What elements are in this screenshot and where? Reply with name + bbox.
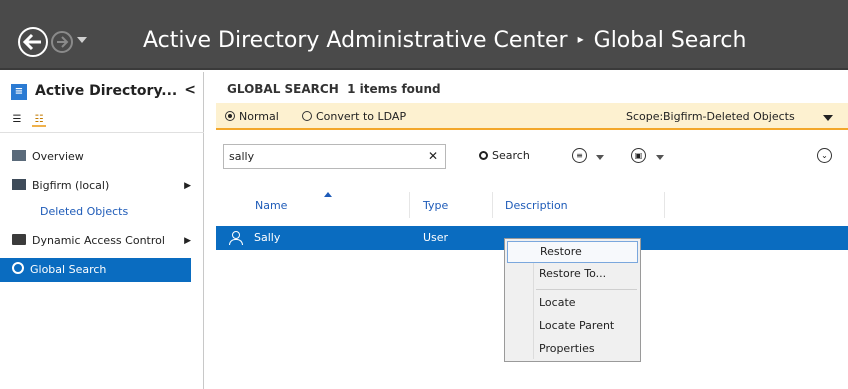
scope-value[interactable]: Bigfirm-Deleted Objects: [663, 110, 795, 123]
directory-icon: ≡: [11, 84, 27, 100]
search-button-label: Search: [492, 149, 530, 162]
expand-criteria-icon[interactable]: ⌄: [817, 148, 832, 163]
back-arrow-icon[interactable]: [18, 27, 48, 57]
search-mode-bar: Normal Convert to LDAP Scope: Bigfirm-De…: [216, 103, 848, 130]
column-divider: [409, 192, 410, 218]
table-header: Name Type Description: [216, 192, 848, 218]
save-query-dropdown-icon[interactable]: [656, 155, 664, 160]
history-dropdown-icon[interactable]: [77, 37, 87, 43]
window-title: Active Directory Administrative Center ▸ G…: [143, 28, 746, 53]
scope-label: Scope:: [626, 110, 664, 123]
menu-separator: [536, 289, 637, 290]
column-divider: [492, 192, 493, 218]
nav-header: ≡ Active Directory... <: [8, 82, 204, 108]
menu-item-restore[interactable]: Restore: [507, 241, 638, 263]
nav-item-deleted-objects[interactable]: Deleted Objects: [0, 200, 191, 224]
search-button[interactable]: Search: [479, 149, 530, 162]
menu-item-properties[interactable]: Properties: [507, 339, 638, 361]
nav-item-label: Deleted Objects: [40, 205, 129, 218]
cell-name: Sally: [254, 231, 281, 244]
title-bar: Active Directory Administrative Center ▸ G…: [0, 0, 848, 70]
user-icon: [229, 231, 243, 245]
expand-arrow-icon[interactable]: ▶: [184, 229, 191, 253]
scope-dropdown-icon[interactable]: [823, 115, 833, 121]
nav-item-dynamic-access-control[interactable]: Dynamic Access Control ▶: [0, 229, 191, 253]
nav-item-bigfirm[interactable]: Bigfirm (local) ▶: [0, 174, 191, 198]
overview-icon: [12, 150, 26, 161]
column-header-type[interactable]: Type: [423, 199, 448, 212]
navigation-pane: ≡ Active Directory... < ☰ ☷ Overview Bigf…: [0, 72, 204, 389]
folder-icon: [12, 234, 26, 245]
panel-heading: GLOBAL SEARCH: [227, 82, 339, 96]
column-divider: [664, 192, 665, 218]
column-header-name[interactable]: Name: [255, 199, 287, 212]
result-count: 1 items found: [347, 82, 441, 96]
menu-item-restore-to[interactable]: Restore To...: [507, 264, 638, 286]
collapse-pane-button[interactable]: <: [184, 82, 196, 98]
view-switcher: ☰ ☷: [10, 112, 54, 130]
nav-item-overview[interactable]: Overview: [0, 145, 191, 169]
menu-item-locate-parent[interactable]: Locate Parent: [507, 316, 638, 338]
nav-item-label: Dynamic Access Control: [32, 234, 165, 247]
expand-arrow-icon[interactable]: ▶: [184, 174, 191, 198]
radio-label: Convert to LDAP: [316, 110, 407, 123]
cell-type: User: [423, 231, 449, 244]
app-title: Active Directory Administrative Center: [143, 28, 568, 53]
radio-label: Normal: [239, 110, 279, 123]
divider: [0, 132, 204, 133]
nav-item-global-search[interactable]: Global Search: [0, 258, 191, 282]
radio-selected-icon: [225, 111, 235, 121]
list-options-dropdown-icon[interactable]: [596, 155, 604, 160]
nav-title: Active Directory...: [35, 83, 178, 99]
list-options-icon[interactable]: ≡: [572, 148, 587, 163]
normal-radio[interactable]: Normal: [225, 110, 279, 123]
list-view-icon[interactable]: ☰: [10, 113, 24, 127]
search-icon: [12, 262, 24, 274]
nav-item-label: Bigfirm (local): [32, 179, 110, 192]
menu-item-locate[interactable]: Locate: [507, 293, 638, 315]
tree-view-icon[interactable]: ☷: [32, 113, 46, 127]
context-menu: Restore Restore To... Locate Locate Pare…: [504, 238, 641, 362]
breadcrumb-current[interactable]: Global Search: [594, 28, 747, 53]
breadcrumb-separator: ▸: [577, 32, 584, 46]
search-field[interactable]: ✕: [223, 144, 446, 169]
nav-item-label: Overview: [32, 150, 84, 163]
column-header-description[interactable]: Description: [505, 199, 568, 212]
panel-title: GLOBAL SEARCH 1 items found: [227, 82, 441, 96]
save-query-icon[interactable]: ▣: [631, 148, 646, 163]
radio-unselected-icon: [302, 111, 312, 121]
clear-icon[interactable]: ✕: [428, 149, 438, 163]
domain-icon: [12, 179, 26, 190]
ldap-radio[interactable]: Convert to LDAP: [302, 110, 406, 123]
search-icon: [479, 151, 488, 160]
search-input[interactable]: [224, 145, 414, 168]
nav-item-label: Global Search: [30, 263, 107, 276]
forward-arrow-icon[interactable]: [51, 31, 73, 53]
